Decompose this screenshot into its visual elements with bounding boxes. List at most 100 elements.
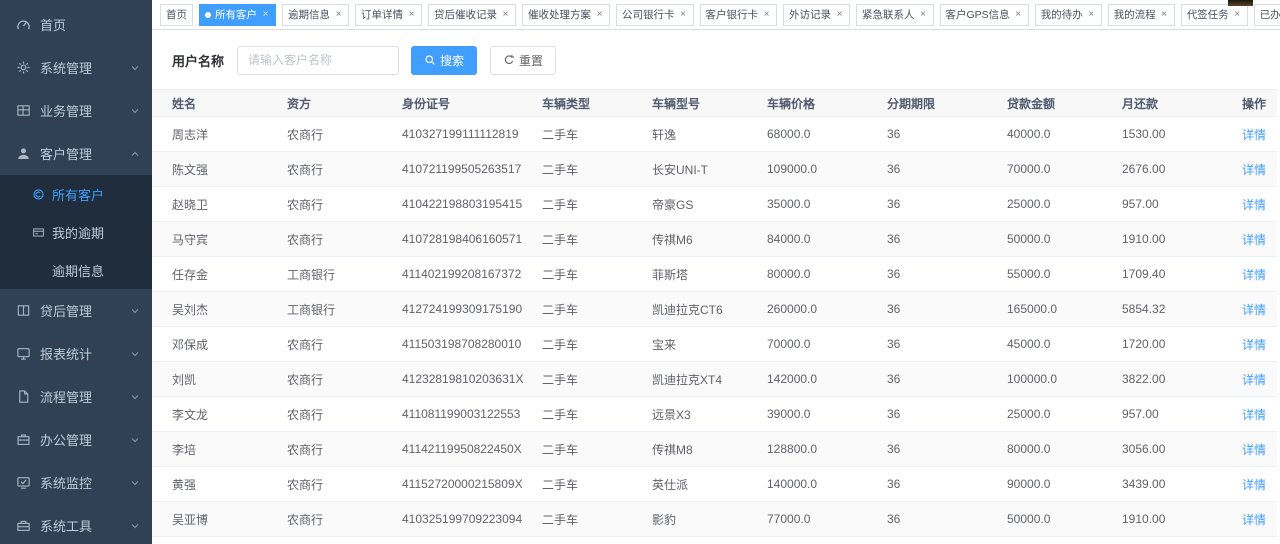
detail-link[interactable]: 详情	[1242, 268, 1266, 282]
tab[interactable]: 逾期信息×	[282, 4, 349, 26]
cell: 410721199505263517	[402, 152, 542, 187]
sidebar-item[interactable]: 报表统计	[0, 332, 152, 375]
tab[interactable]: 客户GPS信息×	[940, 4, 1029, 26]
tab[interactable]: 首页	[160, 4, 193, 26]
cell: 农商行	[287, 222, 402, 257]
tab[interactable]: 贷后催收记录×	[428, 4, 516, 26]
tab-label: 所有客户	[215, 5, 257, 25]
tab[interactable]: 公司银行卡×	[616, 4, 694, 26]
table-row: 赵晓卫农商行410422198803195415二手车帝豪GS35000.036…	[152, 187, 1277, 222]
search-button[interactable]: 搜索	[411, 46, 477, 75]
detail-link[interactable]: 详情	[1242, 443, 1266, 457]
cell: 90000.0	[1007, 467, 1122, 502]
detail-link[interactable]: 详情	[1242, 233, 1266, 247]
tab[interactable]: 我的待办×	[1035, 4, 1102, 26]
close-icon[interactable]: ×	[261, 5, 270, 25]
tab[interactable]: 客户银行卡×	[700, 4, 778, 26]
cell: 36	[887, 292, 1007, 327]
sidebar-item-label: 贷后管理	[40, 301, 130, 320]
tab[interactable]: 订单详情×	[355, 4, 422, 26]
sidebar-item[interactable]: 流程管理	[0, 375, 152, 418]
close-icon[interactable]: ×	[595, 5, 604, 25]
cell: 410422198803195415	[402, 187, 542, 222]
tab[interactable]: 外访记录×	[783, 4, 850, 26]
cell: 远景X3	[652, 397, 767, 432]
sidebar-item[interactable]: 系统管理	[0, 46, 152, 89]
cell: 李文龙	[152, 397, 287, 432]
cell: 农商行	[287, 467, 402, 502]
briefcase-icon	[15, 432, 31, 448]
cell: 李培	[152, 432, 287, 467]
sidebar-item[interactable]: 贷后管理	[0, 289, 152, 332]
cell: 传祺M6	[652, 222, 767, 257]
sidebar-item[interactable]: 系统工具	[0, 504, 152, 544]
tab[interactable]: 已办任务×	[1254, 4, 1280, 26]
close-icon[interactable]: ×	[679, 5, 688, 25]
cell: 25000.0	[1007, 187, 1122, 222]
cell: 详情	[1242, 537, 1277, 544]
sidebar-subitem[interactable]: 我的逾期	[0, 213, 152, 251]
detail-link[interactable]: 详情	[1242, 163, 1266, 177]
detail-link[interactable]: 详情	[1242, 198, 1266, 212]
close-icon[interactable]: ×	[407, 5, 416, 25]
cell: 宝来	[652, 327, 767, 362]
cell: 马守宾	[152, 222, 287, 257]
detail-link[interactable]: 详情	[1242, 513, 1266, 527]
close-icon[interactable]: ×	[1233, 5, 1242, 25]
sidebar-item-label: 我的逾期	[52, 223, 140, 242]
cell	[1007, 537, 1122, 544]
cell: 1910.00	[1122, 222, 1242, 257]
close-icon[interactable]: ×	[501, 5, 510, 25]
sidebar: 首页系统管理业务管理客户管理所有客户我的逾期逾期信息贷后管理报表统计流程管理办公…	[0, 0, 152, 544]
close-icon[interactable]: ×	[835, 5, 844, 25]
cell: 39000.0	[767, 397, 887, 432]
cell: 二手车	[542, 327, 652, 362]
close-icon[interactable]: ×	[762, 5, 771, 25]
cell: 农商行	[287, 327, 402, 362]
detail-link[interactable]: 详情	[1242, 338, 1266, 352]
column-header: 身份证号	[402, 90, 542, 117]
sidebar-item[interactable]: 系统监控	[0, 461, 152, 504]
sidebar-subitem[interactable]: 所有客户	[0, 175, 152, 213]
cell: 55000.0	[1007, 257, 1122, 292]
search-icon	[424, 54, 436, 66]
cell: 详情	[1242, 152, 1277, 187]
sidebar-subitem[interactable]: 逾期信息	[0, 251, 152, 289]
table-container: 姓名资方身份证号车辆类型车辆型号车辆价格分期期限贷款金额月还款操作 周志洋农商行…	[152, 75, 1280, 544]
sidebar-item[interactable]: 客户管理	[0, 132, 152, 175]
close-icon[interactable]: ×	[334, 5, 343, 25]
close-icon[interactable]: ×	[919, 5, 928, 25]
cell: 二手车	[542, 152, 652, 187]
cell	[402, 537, 542, 544]
cell: 探岳	[652, 537, 767, 544]
sidebar-item[interactable]: 首页	[0, 3, 152, 46]
sidebar-item[interactable]: 业务管理	[0, 89, 152, 132]
cell: 70000.0	[767, 327, 887, 362]
sidebar-item[interactable]: 办公管理	[0, 418, 152, 461]
cell: 410325199709223094	[402, 502, 542, 537]
detail-link[interactable]: 详情	[1242, 373, 1266, 387]
tab[interactable]: 催收处理方案×	[522, 4, 610, 26]
table-row: 黄强农商行41152720000215809X二手车英仕派140000.0369…	[152, 467, 1277, 502]
detail-link[interactable]: 详情	[1242, 478, 1266, 492]
customer-name-input[interactable]	[237, 46, 399, 75]
cell: 详情	[1242, 467, 1277, 502]
tab[interactable]: 所有客户×	[199, 4, 276, 26]
close-icon[interactable]: ×	[1160, 5, 1169, 25]
cell: 41232819810203631X	[402, 362, 542, 397]
tab-label: 外访记录	[789, 5, 831, 25]
cell: 2676.00	[1122, 152, 1242, 187]
close-icon[interactable]: ×	[1087, 5, 1096, 25]
chevron-down-icon	[130, 521, 140, 531]
cell: 3439.00	[1122, 467, 1242, 502]
reset-button[interactable]: 重置	[490, 46, 556, 75]
detail-link[interactable]: 详情	[1242, 128, 1266, 142]
tab[interactable]: 代签任务×	[1181, 4, 1248, 26]
detail-link[interactable]: 详情	[1242, 303, 1266, 317]
detail-link[interactable]: 详情	[1242, 408, 1266, 422]
close-icon[interactable]: ×	[1014, 5, 1023, 25]
table-row: 吴亚博农商行410325199709223094二手车影豹77000.03650…	[152, 502, 1277, 537]
tab[interactable]: 紧急联系人×	[856, 4, 934, 26]
tab[interactable]: 我的流程×	[1108, 4, 1175, 26]
gear-icon	[15, 60, 31, 76]
